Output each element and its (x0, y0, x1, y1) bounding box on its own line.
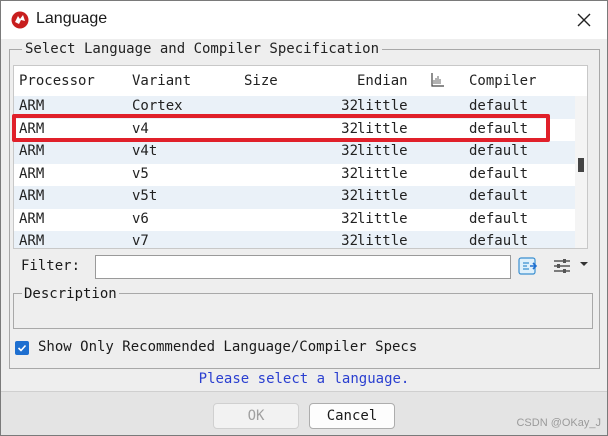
recommended-checkbox[interactable] (15, 341, 29, 355)
table-header: Processor Variant Size Endian Compiler (14, 66, 587, 96)
cell-processor: ARM (19, 210, 45, 227)
header-compiler[interactable]: Compiler (469, 73, 536, 89)
cell-processor: ARM (19, 98, 45, 114)
description-legend: Description (22, 286, 119, 302)
cell-variant: v4t (132, 143, 158, 159)
cell-endian: little (357, 143, 408, 159)
filter-row: Filter: (13, 251, 600, 283)
header-variant[interactable]: Variant (132, 73, 191, 89)
sort-icon[interactable] (429, 71, 447, 89)
header-processor[interactable]: Processor (19, 73, 95, 89)
cancel-button[interactable]: Cancel (309, 403, 395, 429)
filter-label: Filter: (21, 258, 81, 274)
chevron-down-icon[interactable] (579, 259, 589, 269)
cell-processor: ARM (19, 165, 45, 182)
language-dialog: Language Select Language and Compiler Sp… (0, 0, 608, 436)
ok-button[interactable]: OK (213, 403, 299, 429)
watermark: CSDN @OKay_J (516, 417, 601, 429)
cell-compiler: default (469, 143, 529, 159)
header-size[interactable]: Size (244, 73, 278, 89)
window-title: Language (36, 10, 108, 27)
cell-size: 32 (341, 165, 358, 182)
cell-variant: Cortex (132, 98, 183, 114)
checkmark-icon (17, 344, 27, 352)
table-row[interactable]: ARM v5t 32 little default (14, 186, 576, 209)
cell-size: 32 (341, 233, 358, 249)
recommended-label: Show Only Recommended Language/Compiler … (38, 339, 418, 355)
scrollbar-thumb[interactable] (578, 158, 584, 172)
cell-endian: little (357, 120, 408, 137)
cell-variant: v5 (132, 165, 149, 182)
cell-compiler: default (469, 233, 529, 249)
close-icon (577, 13, 591, 27)
group-legend: Select Language and Compiler Specificati… (22, 41, 383, 57)
table-row[interactable]: ARM Cortex 32 little default (14, 96, 576, 119)
filter-input[interactable] (95, 255, 511, 279)
button-bar: OK Cancel CSDN @OKay_J (1, 391, 607, 435)
header-endian[interactable]: Endian (357, 73, 408, 89)
cell-compiler: default (469, 188, 529, 204)
cell-size: 32 (341, 98, 358, 114)
filter-options-icon[interactable] (551, 255, 573, 277)
cell-variant: v5t (132, 188, 158, 204)
cell-variant: v6 (132, 210, 149, 227)
ghidra-dragon-icon (11, 11, 29, 29)
cell-compiler: default (469, 98, 529, 114)
cell-processor: ARM (19, 188, 45, 204)
cell-processor: ARM (19, 143, 45, 159)
cell-endian: little (357, 188, 408, 204)
filter-apply-icon[interactable] (517, 255, 539, 277)
cell-endian: little (357, 210, 408, 227)
table-row[interactable]: ARM v4 32 little default (14, 118, 576, 141)
cell-size: 32 (341, 120, 358, 137)
close-button[interactable] (569, 6, 599, 34)
cell-endian: little (357, 98, 408, 114)
title-bar: Language (1, 1, 607, 39)
cell-processor: ARM (19, 233, 45, 249)
table-scrollbar[interactable] (575, 96, 587, 248)
cell-compiler: default (469, 165, 529, 182)
cell-endian: little (357, 165, 408, 182)
cell-processor: ARM (19, 120, 45, 137)
cell-size: 32 (341, 188, 358, 204)
table-row[interactable]: ARM v6 32 little default (14, 209, 576, 232)
cell-size: 32 (341, 143, 358, 159)
table-row[interactable]: ARM v4t 32 little default (14, 141, 576, 164)
cell-endian: little (357, 233, 408, 249)
language-table: Processor Variant Size Endian Compiler A… (13, 65, 588, 249)
cell-variant: v4 (132, 120, 149, 137)
cell-compiler: default (469, 120, 529, 137)
cell-variant: v7 (132, 233, 149, 249)
cell-size: 32 (341, 210, 358, 227)
status-message: Please select a language. (198, 371, 410, 387)
table-row[interactable]: ARM v5 32 little default (14, 164, 576, 187)
description-panel: Description (13, 286, 593, 329)
cell-compiler: default (469, 210, 529, 227)
table-row[interactable]: ARM v7 32 little default (14, 231, 576, 249)
